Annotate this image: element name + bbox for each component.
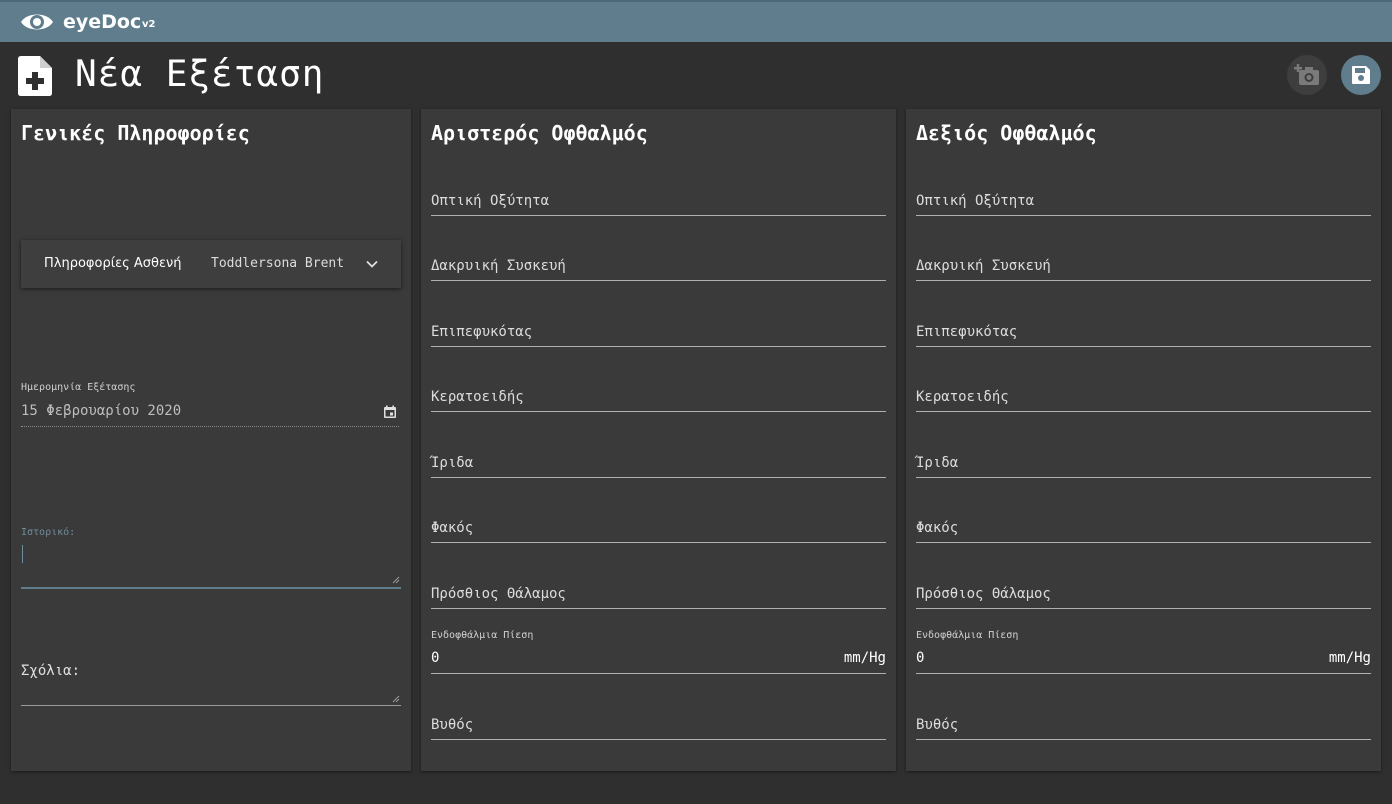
right-lacrimal-field[interactable]: Δακρυική Συσκευή (916, 255, 1371, 281)
field-label: Οπτική Οξύτητα (431, 193, 550, 209)
right-iop-unit: mm/Hg (1328, 650, 1371, 666)
field-label: Επιπεφυκότας (916, 324, 1018, 340)
patient-name: Toddlersona Brent (211, 256, 345, 271)
field-label: Πρόσθιος Θάλαμος (431, 586, 566, 602)
field-label: Βυθός (916, 717, 959, 733)
general-info-card: Γενικές Πληροφορίες Πληροφορίες Ασθενή T… (11, 109, 411, 771)
left-conjunctiva-field[interactable]: Επιπεφυκότας (431, 321, 886, 347)
right-iop-label: Ενδοφθάλμια Πίεση (916, 630, 1019, 641)
field-label: Φακός (431, 520, 474, 536)
new-document-icon (18, 56, 52, 96)
right-eye-card: Δεξιός Οφθαλμός Οπτική Οξύτητα Δακρυική … (906, 109, 1381, 771)
page-header: Νέα Εξέταση (0, 42, 1392, 108)
field-label: Ίριδα (431, 455, 474, 471)
resize-handle-icon[interactable] (392, 695, 400, 703)
page-title: Νέα Εξέταση (75, 54, 325, 95)
field-label: Επιπεφυκότας (431, 324, 533, 340)
patient-info-label: Πληροφορίες Ασθενή (44, 256, 182, 271)
field-label: Δακρυική Συσκευή (431, 258, 566, 274)
right-iop-value: 0 (916, 650, 925, 666)
right-lens-field[interactable]: Φακός (916, 517, 1371, 543)
right-cornea-field[interactable]: Κερατοειδής (916, 386, 1371, 412)
left-iris-field[interactable]: Ίριδα (431, 452, 886, 478)
app-titlebar: eyeDoc v2 (0, 0, 1392, 42)
field-label: Ίριδα (916, 455, 959, 471)
field-label: Πρόσθιος Θάλαμος (916, 586, 1051, 602)
resize-handle-icon[interactable] (392, 576, 400, 584)
patient-info-dropdown[interactable]: Πληροφορίες Ασθενή Toddlersona Brent (21, 240, 401, 288)
right-fundus-field[interactable]: Βυθός (916, 714, 1371, 740)
right-anterior-chamber-field[interactable]: Πρόσθιος Θάλαμος (916, 583, 1371, 609)
field-label: Βυθός (431, 717, 474, 733)
add-photo-icon (1294, 64, 1319, 85)
exam-date-input[interactable]: 15 Φεβρουαρίου 2020 (21, 403, 181, 419)
left-iop-input[interactable]: 0 mm/Hg (431, 648, 886, 674)
general-info-title: Γενικές Πληροφορίες (21, 121, 250, 145)
left-iop-unit: mm/Hg (843, 650, 886, 666)
exam-date-underline (21, 426, 399, 427)
comments-label: Σχόλια: (21, 663, 81, 679)
left-fundus-field[interactable]: Βυθός (431, 714, 886, 740)
exam-date-label: Ημερομηνία Εξέτασης (21, 382, 136, 393)
history-textarea[interactable] (21, 542, 401, 589)
left-visual-acuity-field[interactable]: Οπτική Οξύτητα (431, 190, 886, 216)
calendar-icon[interactable] (383, 405, 397, 419)
comments-textarea[interactable] (21, 683, 401, 705)
right-conjunctiva-field[interactable]: Επιπεφυκότας (916, 321, 1371, 347)
left-anterior-chamber-field[interactable]: Πρόσθιος Θάλαμος (431, 583, 886, 609)
left-iop-value: 0 (431, 650, 440, 666)
right-iris-field[interactable]: Ίριδα (916, 452, 1371, 478)
field-label: Οπτική Οξύτητα (916, 193, 1035, 209)
left-cornea-field[interactable]: Κερατοειδής (431, 386, 886, 412)
save-button[interactable] (1341, 55, 1381, 95)
right-iop-input[interactable]: 0 mm/Hg (916, 648, 1371, 674)
add-photo-button[interactable] (1287, 55, 1327, 95)
right-eye-title: Δεξιός Οφθαλμός (916, 121, 1097, 145)
save-icon (1352, 66, 1370, 84)
left-eye-title: Αριστερός Οφθαλμός (431, 121, 648, 145)
field-label: Κερατοειδής (916, 389, 1009, 405)
left-lens-field[interactable]: Φακός (431, 517, 886, 543)
eye-logo-icon (21, 14, 53, 30)
app-name: eyeDoc (63, 11, 142, 33)
history-label: Ιστορικό: (21, 527, 76, 538)
chevron-down-icon (366, 260, 378, 268)
text-caret (22, 545, 23, 563)
app-version: v2 (142, 19, 156, 30)
left-lacrimal-field[interactable]: Δακρυική Συσκευή (431, 255, 886, 281)
field-label: Κερατοειδής (431, 389, 524, 405)
left-eye-card: Αριστερός Οφθαλμός Οπτική Οξύτητα Δακρυι… (421, 109, 896, 771)
field-label: Δακρυική Συσκευή (916, 258, 1051, 274)
right-visual-acuity-field[interactable]: Οπτική Οξύτητα (916, 190, 1371, 216)
left-iop-label: Ενδοφθάλμια Πίεση (431, 630, 534, 641)
field-label: Φακός (916, 520, 959, 536)
comments-underline (21, 705, 401, 706)
